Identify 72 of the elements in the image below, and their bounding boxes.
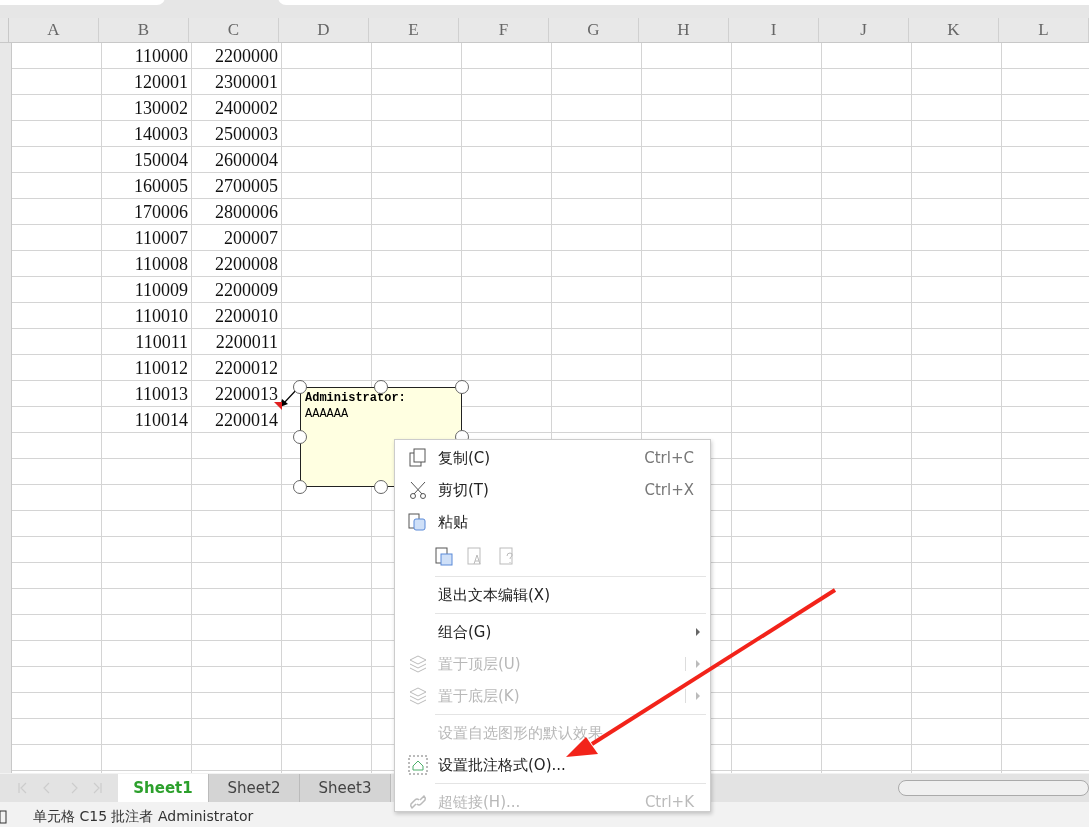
column-header[interactable]: E bbox=[369, 18, 459, 42]
comment-indicator-icon bbox=[274, 402, 282, 410]
resize-handle[interactable] bbox=[293, 430, 307, 444]
table-cell: 2200011 bbox=[215, 331, 278, 353]
table-cell: 2700005 bbox=[215, 175, 278, 197]
status-text: 单元格 C15 批注者 Administrator bbox=[33, 808, 254, 826]
table-cell: 2200013 bbox=[215, 383, 278, 405]
column-header[interactable]: H bbox=[639, 18, 729, 42]
table-cell: 2200014 bbox=[215, 409, 278, 431]
macro-icon[interactable] bbox=[0, 810, 8, 824]
table-cell: 2300001 bbox=[215, 71, 278, 93]
table-cell: 110000 bbox=[134, 45, 188, 67]
column-header[interactable]: I bbox=[729, 18, 819, 42]
column-header[interactable]: L bbox=[999, 18, 1089, 42]
table-cell: 2200000 bbox=[215, 45, 278, 67]
comment-author: Administrator: bbox=[305, 390, 407, 406]
table-cell: 2800006 bbox=[215, 201, 278, 223]
resize-handle[interactable] bbox=[293, 380, 307, 394]
table-cell: 2200010 bbox=[215, 305, 278, 327]
table-cell: 140003 bbox=[134, 123, 188, 145]
layers-icon bbox=[407, 686, 428, 706]
table-cell: 150004 bbox=[134, 149, 188, 171]
resize-handle[interactable] bbox=[374, 480, 388, 494]
comment-format-icon bbox=[407, 755, 428, 775]
comment-text: AAAAAA bbox=[305, 406, 350, 422]
table-cell: 110010 bbox=[134, 305, 188, 327]
menu-item[interactable]: 粘贴 bbox=[395, 506, 710, 538]
column-header[interactable]: B bbox=[99, 18, 189, 42]
sheet-tab[interactable]: Sheet1 bbox=[118, 774, 209, 802]
table-cell: 110008 bbox=[134, 253, 188, 275]
table-cell: 2200012 bbox=[215, 357, 278, 379]
menu-item[interactable]: 设置批注格式(O)... bbox=[395, 749, 710, 781]
table-cell: 110007 bbox=[134, 227, 188, 249]
column-header[interactable]: C bbox=[189, 18, 279, 42]
column-header[interactable]: D bbox=[279, 18, 369, 42]
table-cell: 110012 bbox=[134, 357, 188, 379]
table-cell: 160005 bbox=[134, 175, 188, 197]
column-header[interactable]: F bbox=[459, 18, 549, 42]
column-header[interactable]: A bbox=[9, 18, 99, 42]
resize-handle[interactable] bbox=[293, 480, 307, 494]
table-cell: 110013 bbox=[134, 383, 188, 405]
layers-icon bbox=[407, 654, 428, 674]
column-header[interactable]: K bbox=[909, 18, 999, 42]
table-cell: 2400002 bbox=[215, 97, 278, 119]
scissors-icon bbox=[407, 480, 428, 500]
copy-icon bbox=[407, 448, 428, 468]
sheet-tab[interactable]: Sheet2 bbox=[209, 774, 300, 802]
submenu-arrow-icon bbox=[695, 628, 701, 636]
paste-icon bbox=[407, 512, 428, 532]
table-cell: 120001 bbox=[134, 71, 188, 93]
table-cell: 2600004 bbox=[215, 149, 278, 171]
table-cell: 200007 bbox=[224, 227, 278, 249]
horizontal-scrollbar[interactable] bbox=[898, 780, 1089, 796]
table-cell: 2200009 bbox=[215, 279, 278, 301]
column-header[interactable]: J bbox=[819, 18, 909, 42]
table-cell: 2500003 bbox=[215, 123, 278, 145]
table-cell: 2200008 bbox=[215, 253, 278, 275]
table-cell: 110011 bbox=[135, 331, 188, 353]
paste-icon[interactable] bbox=[433, 545, 455, 567]
link-icon bbox=[407, 792, 428, 812]
table-cell: 110009 bbox=[134, 279, 188, 301]
submenu-arrow-icon bbox=[695, 660, 701, 668]
resize-handle[interactable] bbox=[374, 380, 388, 394]
column-header[interactable]: G bbox=[549, 18, 639, 42]
submenu-arrow-icon bbox=[695, 692, 701, 700]
table-cell: 110014 bbox=[134, 409, 188, 431]
table-cell: 170006 bbox=[134, 201, 188, 223]
resize-handle[interactable] bbox=[455, 380, 469, 394]
table-cell: 130002 bbox=[134, 97, 188, 119]
menu-item[interactable]: 组合(G) bbox=[395, 616, 710, 648]
menu-item[interactable]: 退出文本编辑(X) bbox=[395, 579, 710, 611]
sheet-tab[interactable]: Sheet3 bbox=[300, 774, 391, 802]
